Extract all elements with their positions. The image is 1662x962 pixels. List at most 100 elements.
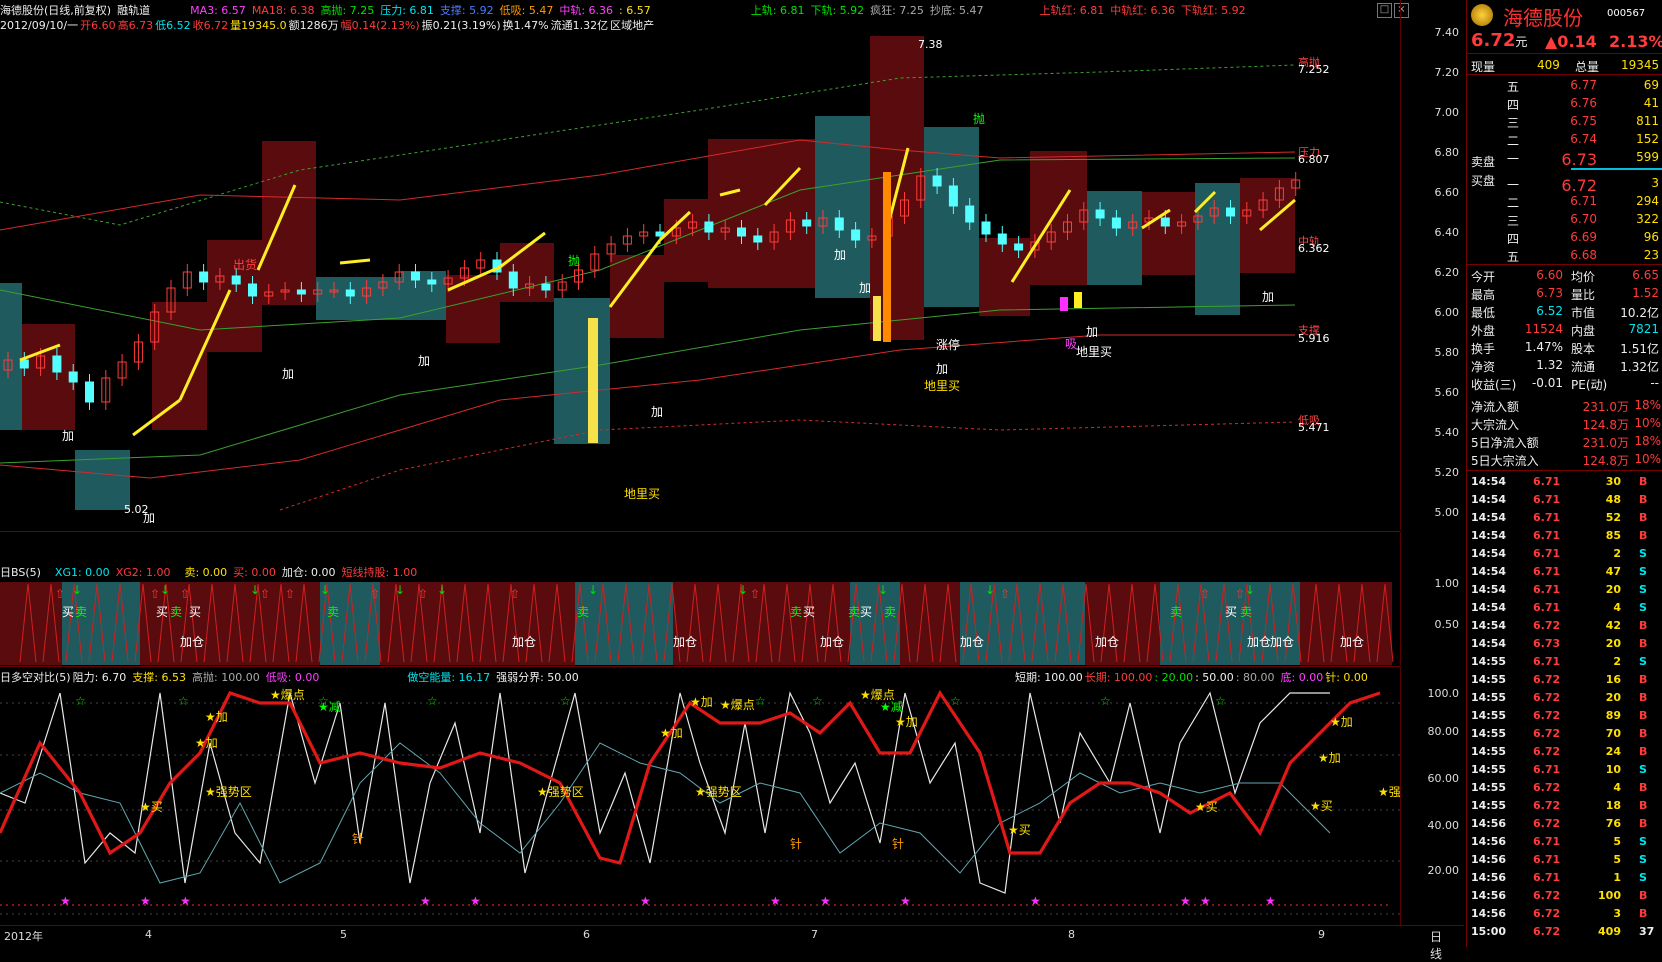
tick-side: B [1639,637,1648,650]
tick-row[interactable]: 14:55 6.71 10 S [1467,760,1662,778]
bottom-star-icon: ★ [900,894,911,908]
tick-row[interactable]: 14:54 6.71 4 S [1467,598,1662,616]
tick-row[interactable]: 15:00 6.72 409 37 [1467,922,1662,940]
period-label[interactable]: 日线 [1430,928,1442,962]
flow-row: 净流入额 231.0万 18% [1467,396,1662,414]
tick-row[interactable]: 14:54 6.73 20 B [1467,634,1662,652]
level-price: 6.77 [1570,78,1597,92]
candle-body [1095,209,1105,219]
level-price: 6.70 [1570,212,1597,226]
tick-volume: 20 [1605,637,1621,650]
tick-time: 14:54 [1471,565,1507,578]
tick-row[interactable]: 14:54 6.71 2 S [1467,544,1662,562]
top-star-icon: ☆ [75,694,86,708]
divider [1467,74,1662,75]
xiagui-value: 下轨: 5.92 [810,4,865,17]
tick-row[interactable]: 14:54 6.71 85 B [1467,526,1662,544]
maximize-button[interactable]: □ [1377,3,1392,18]
signal-jia: ★加 [660,726,683,740]
tick-side: B [1639,691,1648,704]
bottom-star-icon: ★ [60,894,71,908]
buy-level-row: 二 6.71 294 [1467,192,1662,210]
signal-zone [262,141,316,305]
buy-value: 买: 0.00 [233,566,276,579]
tick-row[interactable]: 14:54 6.72 42 B [1467,616,1662,634]
price-axis-tick: 7.20 [1434,66,1460,79]
tick-row[interactable]: 14:56 6.71 5 S [1467,850,1662,868]
tick-row[interactable]: 14:56 6.72 3 B [1467,904,1662,922]
tick-price: 6.72 [1533,781,1561,794]
tick-row[interactable]: 14:54 6.71 48 B [1467,490,1662,508]
tick-row[interactable]: 14:56 6.71 1 S [1467,868,1662,886]
tick-volume: 4 [1613,601,1621,614]
signal-zone [446,275,500,343]
tick-row[interactable]: 14:56 6.71 5 S [1467,832,1662,850]
tick-row[interactable]: 14:55 6.72 16 B [1467,670,1662,688]
tick-row[interactable]: 14:55 6.72 89 B [1467,706,1662,724]
tick-row[interactable]: 14:54 6.71 47 S [1467,562,1662,580]
tick-side: S [1639,763,1647,776]
stat-value: -0.01 [1531,376,1563,390]
bs-axis-tick: 1.00 [1434,577,1460,590]
bottom-star-icon: ★ [640,894,651,908]
buy-arrow-icon: ⇧ [150,587,160,601]
tick-side: B [1639,673,1648,686]
tick-row[interactable]: 14:55 6.72 4 B [1467,778,1662,796]
tick-volume: 42 [1605,619,1621,632]
signal-zhen: 针 [892,836,904,851]
tick-time: 14:55 [1471,655,1507,668]
tick-price: 6.72 [1533,745,1561,758]
sell-arrow-icon: ↓ [320,583,330,597]
tick-row[interactable]: 14:56 6.72 76 B [1467,814,1662,832]
tick-price: 6.71 [1533,835,1561,848]
tick-row[interactable]: 14:54 6.71 52 B [1467,508,1662,526]
level-label: 三 [1507,116,1520,130]
tick-price: 6.71 [1533,475,1561,488]
signal-zone [152,302,207,430]
signal-zone [1087,191,1142,285]
sell-label: 卖 [848,605,860,619]
candle-body [965,205,975,223]
stat-value: 11524 [1524,322,1563,336]
tick-price: 6.72 [1533,799,1561,812]
tick-row[interactable]: 14:55 6.72 18 B [1467,796,1662,814]
chaodi-value: 抄底: 5.47 [929,4,984,17]
stat-row: 收益(三) -0.01 PE(动) -- [1467,374,1662,392]
jia-label: 加 [834,248,847,262]
sell-level-row: 一 6.73 599 [1467,148,1662,169]
stat-row: 外盘 11524 内盘 7821 [1467,320,1662,338]
tick-volume: 70 [1605,727,1621,740]
price-block: 6.72元 [1471,30,1527,51]
tick-row[interactable]: 14:55 6.72 20 B [1467,688,1662,706]
tick-row[interactable]: 14:55 6.72 24 B [1467,742,1662,760]
jiacang-value: 加仓: 0.00 [281,566,336,579]
chuhuo-label: 出货 [233,258,258,272]
top-star-icon: ☆ [755,694,766,708]
bottom-star-icon: ★ [770,894,781,908]
bottom-star-icon: ★ [1200,894,1211,908]
bs-signal-chart[interactable]: ⇧ ⇧ ⇧ ⇧ ⇧ ⇧ ⇧ ⇧ ⇧ ⇧ ⇧ ⇧↓ ↓ ↓ ↓ ↓ ↓ ↓ ↓ ↓ ↓ ↓买卖买卖买卖卖卖买卖买卖卖买卖加仓… [0,580,1400,665]
sell-label: 卖 [170,605,182,619]
price-axis-tick: 5.20 [1434,466,1460,479]
osc-chart[interactable]: ★ ★ ★ ★ ★ ★ ★ ★ ★ ★ ★ ★ ★☆ ☆ ☆ ☆ ☆ ☆ ☆ ☆ ☆ ☆★加★加★加★加★加 ★加★加★买★… [0,683,1400,923]
main-kline-chart[interactable] [0,30,1400,530]
xaxis-month: 5 [340,928,347,941]
tick-row[interactable]: 14:56 6.72 100 B [1467,886,1662,904]
volume-bar-yellow [588,318,598,443]
chart-area[interactable]: 海德股份(日线,前复权) 融轨道 MA3: 6.57 MA18: 6.38 高抛: 7.… [0,0,1464,961]
stock-code: 000567 [1607,8,1646,19]
tick-row[interactable]: 14:55 6.72 70 B [1467,724,1662,742]
tick-row[interactable]: 14:55 6.71 2 S [1467,652,1662,670]
signal-qiangshi: ★强势区 [1378,785,1400,799]
buy-arrow-icon: ⇧ [370,587,380,601]
candle-body [296,289,306,295]
sell-arrow-icon: ↓ [588,583,598,597]
tick-row[interactable]: 14:54 6.71 30 B [1467,472,1662,490]
flow-pct: 10% [1634,416,1661,430]
tick-price: 6.72 [1533,907,1561,920]
tick-time: 14:56 [1471,853,1507,866]
tick-side: B [1639,727,1648,740]
signal-jia: ★加 [690,695,713,709]
dixi-value: 低吸: 5.47 [499,4,554,17]
tick-row[interactable]: 14:54 6.71 20 S [1467,580,1662,598]
